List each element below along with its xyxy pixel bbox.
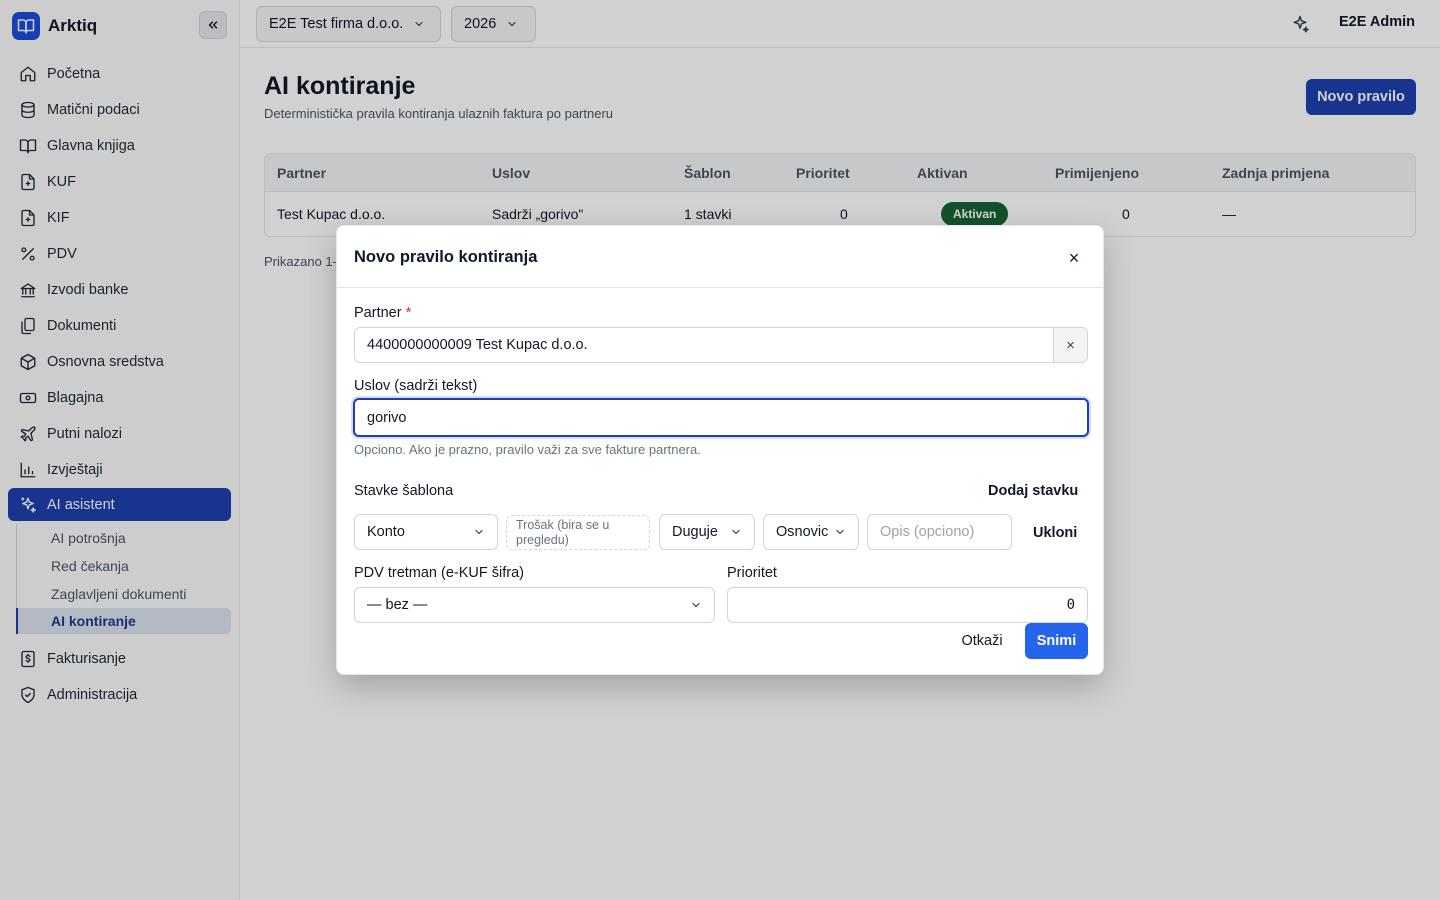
- clear-icon: ×: [1066, 336, 1075, 354]
- condition-hint: Opciono. Ako je prazno, pravilo važi za …: [354, 442, 701, 457]
- required-marker: *: [405, 305, 412, 321]
- dialog-title: Novo pravilo kontiranja: [354, 248, 538, 266]
- close-icon[interactable]: ×: [1063, 247, 1085, 269]
- base-select[interactable]: Osnovic: [763, 514, 859, 550]
- base-select-value: Osnovic: [776, 524, 829, 540]
- cancel-button[interactable]: Otkaži: [949, 623, 1015, 659]
- side-select[interactable]: Duguje: [659, 514, 755, 550]
- priority-input-value: 0: [1066, 597, 1075, 613]
- priority-input[interactable]: 0: [727, 587, 1088, 623]
- partner-label: Partner *: [354, 305, 412, 321]
- condition-input-value: gorivo: [367, 409, 407, 426]
- chevron-down-icon: [732, 529, 740, 535]
- chevron-down-icon: [836, 529, 844, 535]
- partner-field[interactable]: 4400000000009 Test Kupac d.o.o.: [354, 327, 1054, 363]
- vat-treatment-value: — bez —: [367, 597, 428, 613]
- add-line-button[interactable]: Dodaj stavku: [988, 483, 1078, 499]
- account-select[interactable]: Konto: [354, 514, 498, 550]
- partner-field-value: 4400000000009 Test Kupac d.o.o.: [367, 337, 588, 353]
- condition-label: Uslov (sadrži tekst): [354, 378, 478, 394]
- line-description-placeholder: Opis (opciono): [880, 524, 975, 540]
- new-rule-dialog: Novo pravilo kontiranja × Partner * 44000…: [336, 225, 1104, 675]
- chevron-down-icon: [692, 602, 700, 608]
- save-button[interactable]: Snimi: [1025, 623, 1088, 659]
- clear-partner-button[interactable]: ×: [1053, 327, 1088, 363]
- chevron-down-icon: [475, 529, 483, 535]
- dialog-header: Novo pravilo kontiranja ×: [337, 226, 1103, 288]
- vat-treatment-select[interactable]: — bez —: [354, 587, 715, 623]
- condition-input[interactable]: gorivo: [353, 398, 1089, 437]
- account-select-value: Konto: [367, 524, 405, 540]
- line-description-input[interactable]: Opis (opciono): [867, 514, 1012, 550]
- side-select-value: Duguje: [672, 524, 718, 540]
- vat-treatment-label: PDV tretman (e-KUF šifra): [354, 565, 524, 581]
- cost-center-placeholder: Trošak (bira se u pregledu): [506, 515, 650, 550]
- priority-label: Prioritet: [727, 565, 777, 581]
- remove-line-button[interactable]: Ukloni: [1033, 525, 1077, 541]
- template-lines-label: Stavke šablona: [354, 483, 454, 499]
